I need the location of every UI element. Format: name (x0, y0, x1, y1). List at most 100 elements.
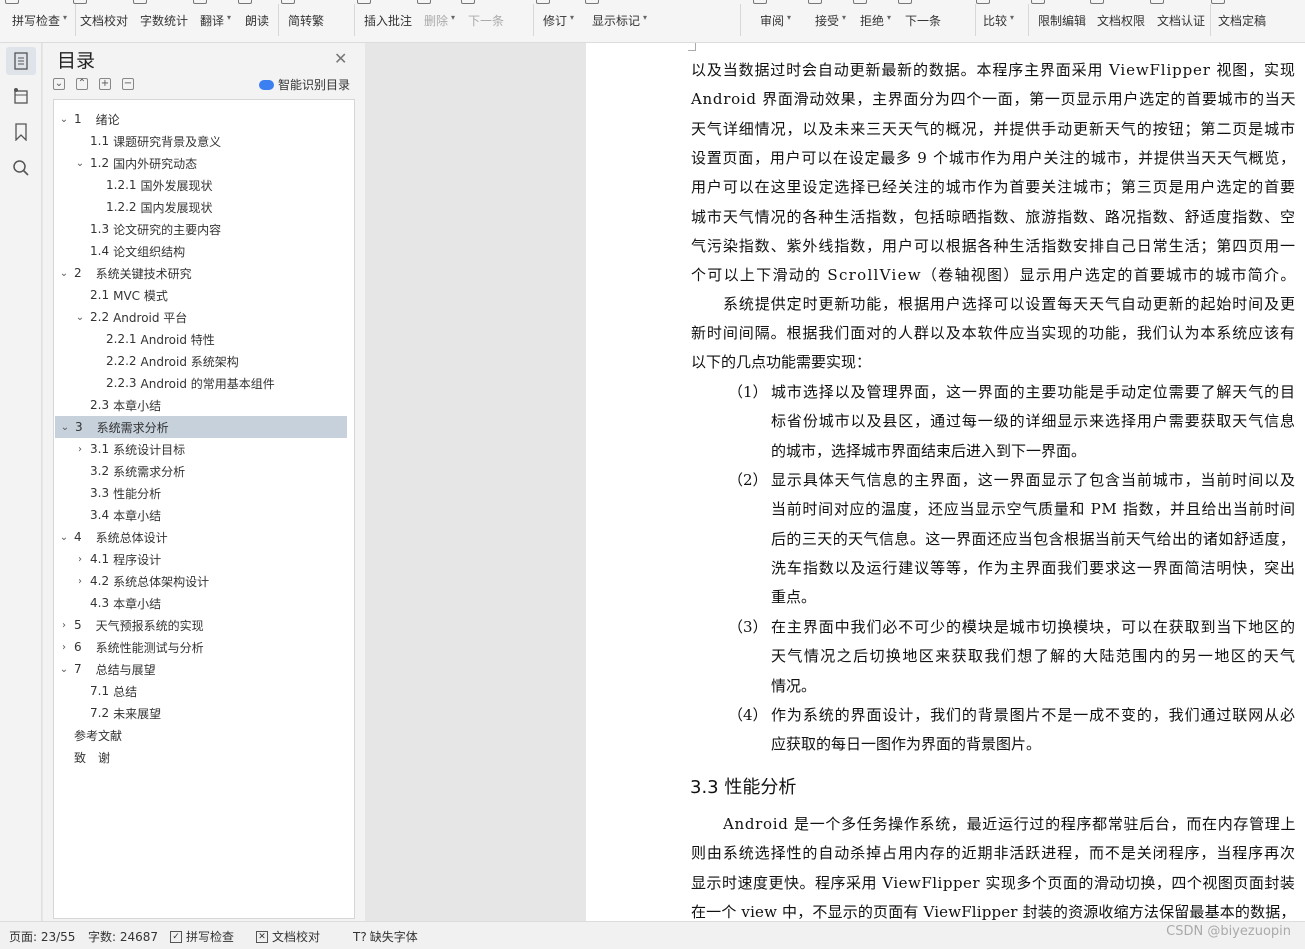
ribbon-button-icon (281, 0, 295, 4)
toc-item[interactable]: 3.3 性能分析 (54, 482, 161, 504)
toc-item[interactable]: 参考文献 (54, 724, 122, 746)
toc-item[interactable]: 1.4 论文组织结构 (54, 240, 185, 262)
toc-item[interactable]: › 4.2 系统总体架构设计 (54, 570, 209, 592)
toc-item[interactable]: ⌄ 4 系统总体设计 (54, 526, 168, 548)
chevron-down-icon[interactable]: ⌄ (58, 532, 70, 543)
ribbon-button-label: 文档定稿 (1218, 14, 1267, 28)
toc-item[interactable]: ⌄ 2 系统关键技术研究 (54, 262, 192, 284)
paragraph-line: 标省份城市以及县区，通过每一级的详细显示来选择用户需要获取天气信息 (771, 412, 1296, 431)
expand-all-icon[interactable]: ⌃ (76, 78, 88, 90)
toc-item[interactable]: › 4.1 程序设计 (54, 548, 161, 570)
ribbon-button-icon (1031, 0, 1045, 4)
chevron-right-icon[interactable]: › (74, 444, 86, 455)
page-indicator[interactable]: 页面: 23/55 (9, 928, 75, 945)
toc-item[interactable]: 2.2.1 Android 特性 (54, 328, 215, 350)
chevron-right-icon[interactable]: › (74, 554, 86, 565)
toc-item[interactable]: › 6 系统性能测试与分析 (54, 636, 204, 658)
search-icon[interactable] (6, 154, 36, 182)
chevron-right-icon[interactable]: › (74, 576, 86, 587)
chevron-down-icon[interactable]: ⌄ (58, 664, 70, 675)
remove-heading-icon[interactable]: − (122, 78, 134, 90)
paragraph-line: 则由系统选择性的自动杀掉占用内存的近期非活跃进程，而不是关闭程序，当程序再次 (691, 844, 1296, 863)
toc-item-label: 论文研究的主要内容 (113, 222, 222, 237)
spell-check-status[interactable]: ✓ 拼写检查 (170, 928, 234, 945)
paragraph-line: Android 界面滑动效果，主界面分为四个一面，第一页显示用户选定的首要城市的… (691, 90, 1297, 109)
toc-item[interactable]: ⌄ 1 绪论 (54, 108, 120, 130)
missing-font-status[interactable]: T? 缺失字体 (353, 928, 418, 945)
toc-item-label: Android 特性 (140, 332, 215, 347)
toc-item[interactable]: › 3.1 系统设计目标 (54, 438, 185, 460)
toc-item[interactable]: 1.1 课题研究背景及意义 (54, 130, 221, 152)
paragraph-line: 新时间间隔。根据我们面对的人群以及本软件应当实现的功能，我们认为本系统应该有 (691, 324, 1296, 342)
chevron-down-icon[interactable]: ⌄ (74, 158, 86, 169)
toc-item[interactable]: 1.2.2 国内发展现状 (54, 196, 213, 218)
chevron-down-icon[interactable]: ⌄ (58, 268, 70, 279)
toc-item[interactable]: ⌄ 3 系统需求分析 (55, 416, 347, 438)
list-marker: （3） (728, 618, 768, 636)
paragraph-line: 的城市，选择城市界面结束后进入到下一界面。 (771, 441, 1087, 460)
toc-item[interactable]: 3.4 本章小结 (54, 504, 161, 526)
smart-toc-label: 智能识别目录 (278, 78, 351, 92)
ribbon-button-label: 插入批注 (364, 14, 413, 28)
toc-item-number: 1.4 (90, 244, 110, 258)
toc-item[interactable]: 致 谢 (54, 746, 110, 768)
paragraph-line: 显示具体天气信息的主界面，这一界面显示了包含当前城市，当前时间以及 (771, 471, 1296, 489)
toc-item[interactable]: ⌄ 1.2 国内外研究动态 (54, 152, 197, 174)
ribbon-button-label: 删除 (424, 14, 449, 28)
toc-item[interactable]: 3.2 系统需求分析 (54, 460, 185, 482)
paragraph-line: 气污染指数、紫外线指数，用户可以根据各种生活指数安排自己日常生活；第四页用一 (691, 236, 1296, 255)
paragraph-line: 情况。 (771, 676, 817, 695)
chevron-down-icon[interactable]: ⌄ (59, 422, 71, 433)
toc-item-label: 系统总体架构设计 (113, 574, 210, 589)
collapse-all-icon[interactable]: ⌄ (53, 78, 65, 90)
toc-item-label: 总结与展望 (95, 662, 156, 677)
smart-toc-button[interactable]: 智能识别目录 (259, 76, 350, 93)
toc-item[interactable]: ⌄ 2.2 Android 平台 (54, 306, 188, 328)
paragraph-line: 城市天气情况的各种生活指数，包括晾晒指数、旅游指数、路况指数、舒适度指数、空 (691, 207, 1296, 226)
paragraph-line: 当前时间对应的温度，还应当显示空气质量和 PM 指数，并且给出当前时间 (771, 500, 1296, 519)
chevron-down-icon[interactable]: ⌄ (58, 114, 70, 125)
close-icon[interactable]: ✕ (334, 49, 347, 68)
word-count[interactable]: 字数: 24687 (88, 928, 158, 945)
toc-item-label: 系统需求分析 (96, 420, 169, 435)
toc-item-label: MVC 模式 (113, 288, 168, 303)
toc-item[interactable]: 7.2 未来展望 (54, 702, 161, 724)
proofread-status[interactable]: ✕ 文档校对 (256, 928, 320, 945)
toc-item[interactable]: 2.2.3 Android 的常用基本组件 (54, 372, 275, 394)
toc-item[interactable]: › 5 天气预报系统的实现 (54, 614, 204, 636)
chevron-down-icon: ▾ (451, 13, 456, 22)
ribbon-button-icon (5, 0, 19, 4)
toc-item[interactable]: 2.2.2 Android 系统架构 (54, 350, 239, 372)
toc-item-number: 1.2 (90, 156, 110, 170)
add-heading-icon[interactable]: + (99, 78, 111, 90)
toc-item[interactable]: 1.2.1 国外发展现状 (54, 174, 213, 196)
paragraph-line: 天气情况之后切换地区来获取我们想了解的大陆范围内的另一地区的天气 (771, 647, 1297, 666)
ribbon-button-label: 显示标记 (592, 14, 641, 28)
bookmark-icon[interactable] (6, 118, 36, 146)
toc-panel-icon[interactable] (6, 47, 36, 75)
paragraph-line: 设置页面，用户可以在设定最多 9 个城市作为用户关注的城市，并提供当天天气概览， (691, 148, 1296, 167)
ribbon-button-icon (853, 0, 867, 4)
toc-item[interactable]: 2.3 本章小结 (54, 394, 161, 416)
toc-item-number: 2.1 (90, 288, 110, 302)
toc-item-number: 1.1 (90, 134, 110, 148)
list-marker: （4） (728, 706, 768, 724)
toc-item-number: 3 (75, 420, 83, 434)
toc-item[interactable]: 2.1 MVC 模式 (54, 284, 168, 306)
paragraph-line: 应获取的每日一图作为界面的背景图片。 (771, 735, 1042, 754)
chevron-down-icon[interactable]: ⌄ (74, 312, 86, 323)
toc-item-number: 2.3 (90, 398, 110, 412)
toc-item-label: 致 谢 (74, 750, 111, 765)
toc-item-number: 1.3 (90, 222, 110, 236)
chevron-down-icon: ▾ (643, 13, 648, 22)
ribbon-button-label: 拒绝 (860, 14, 885, 28)
chevron-right-icon[interactable]: › (58, 620, 70, 631)
toc-item[interactable]: 7.1 总结 (54, 680, 137, 702)
toc-item[interactable]: 1.3 论文研究的主要内容 (54, 218, 221, 240)
navigation-pane-icon[interactable] (6, 82, 36, 110)
toc-item-number: 3.1 (90, 442, 110, 456)
paragraph-line: 城市选择以及管理界面，这一界面的主要功能是手动定位需要了解天气的目 (771, 383, 1296, 401)
toc-item[interactable]: ⌄ 7 总结与展望 (54, 658, 156, 680)
toc-item[interactable]: 4.3 本章小结 (54, 592, 161, 614)
chevron-right-icon[interactable]: › (58, 642, 70, 653)
